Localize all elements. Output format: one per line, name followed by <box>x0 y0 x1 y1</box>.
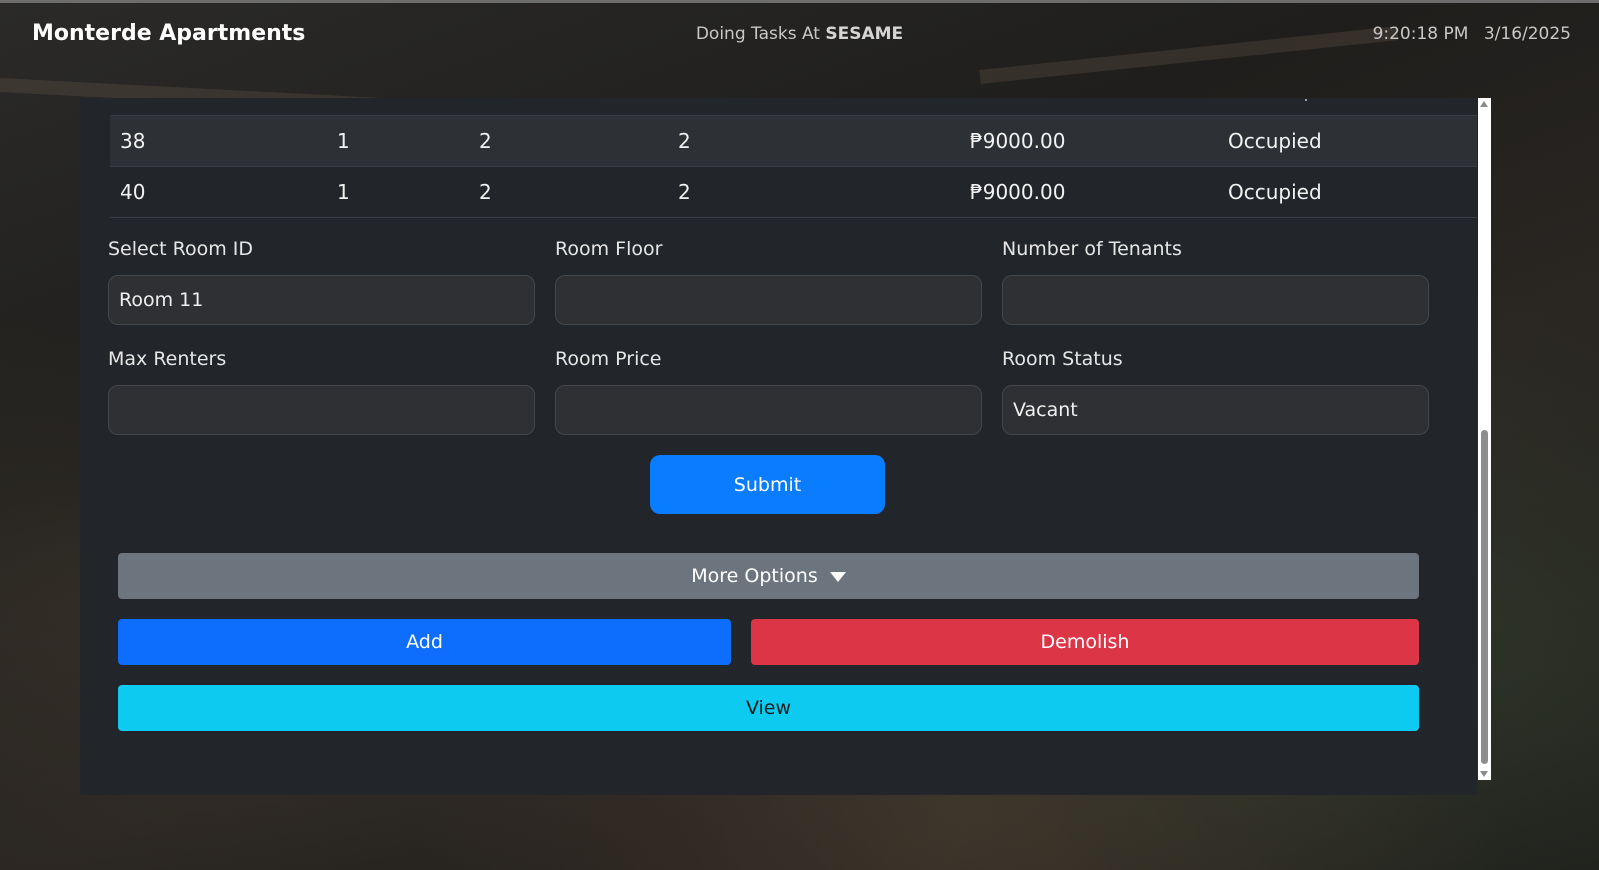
submit-button[interactable]: Submit <box>650 455 885 514</box>
room-management-panel: 38 1 2 2 ₱9000.00 Occupied 40 1 2 2 ₱900… <box>80 98 1477 795</box>
task-location: SESAME <box>825 24 904 44</box>
room-floor-label: Room Floor <box>555 238 663 260</box>
cell-room-id: 38 <box>120 129 146 153</box>
room-floor-field[interactable] <box>555 275 982 325</box>
cell-floor: 1 <box>337 180 350 204</box>
tenants-label: Number of Tenants <box>1002 238 1182 260</box>
cell-price: ₱9000.00 <box>970 129 1066 153</box>
more-options-label: More Options <box>691 565 818 587</box>
max-renters-label: Max Renters <box>108 348 227 370</box>
cell-status: Occupied <box>1228 129 1322 153</box>
scroll-down-arrow-icon[interactable] <box>1480 771 1488 777</box>
table-row[interactable]: 40 1 2 2 ₱9000.00 Occupied <box>110 166 1477 218</box>
cell-floor: 1 <box>337 129 350 153</box>
scroll-up-arrow-icon[interactable] <box>1480 101 1488 107</box>
room-price-label: Room Price <box>555 348 662 370</box>
cell-status: Occupied <box>1228 180 1322 204</box>
room-id-field[interactable] <box>108 275 535 325</box>
demolish-button[interactable]: Demolish <box>751 619 1419 665</box>
room-status-field[interactable] <box>1002 385 1429 435</box>
clipped-row-remnant <box>1305 99 1307 101</box>
cell-price: ₱9000.00 <box>970 180 1066 204</box>
tenants-field[interactable] <box>1002 275 1429 325</box>
add-button[interactable]: Add <box>118 619 731 665</box>
cell-tenants: 2 <box>479 129 492 153</box>
cell-max-renters: 2 <box>678 180 691 204</box>
cell-room-id: 40 <box>120 180 146 204</box>
room-status-label: Room Status <box>1002 348 1123 370</box>
room-id-label: Select Room ID <box>108 238 254 260</box>
room-price-field[interactable] <box>555 385 982 435</box>
task-prefix: Doing Tasks At <box>695 24 820 44</box>
more-options-button[interactable]: More Options <box>118 553 1419 599</box>
rooms-table: 38 1 2 2 ₱9000.00 Occupied 40 1 2 2 ₱900… <box>110 115 1477 218</box>
clock: 9:20:18 PM 3/16/2025 <box>1373 24 1571 44</box>
clock-time: 9:20:18 PM <box>1372 24 1469 44</box>
table-row[interactable]: 38 1 2 2 ₱9000.00 Occupied <box>110 115 1477 166</box>
task-location-label: Doing Tasks At SESAME <box>0 24 1599 44</box>
scroll-thumb[interactable] <box>1481 430 1488 764</box>
clock-date: 3/16/2025 <box>1483 24 1571 44</box>
view-button[interactable]: View <box>118 685 1419 731</box>
max-renters-field[interactable] <box>108 385 535 435</box>
app-header: Monterde Apartments Doing Tasks At SESAM… <box>0 3 1599 67</box>
panel-scrollbar[interactable] <box>1478 98 1491 780</box>
caret-down-icon <box>829 571 846 582</box>
cell-max-renters: 2 <box>678 129 691 153</box>
cell-tenants: 2 <box>479 180 492 204</box>
